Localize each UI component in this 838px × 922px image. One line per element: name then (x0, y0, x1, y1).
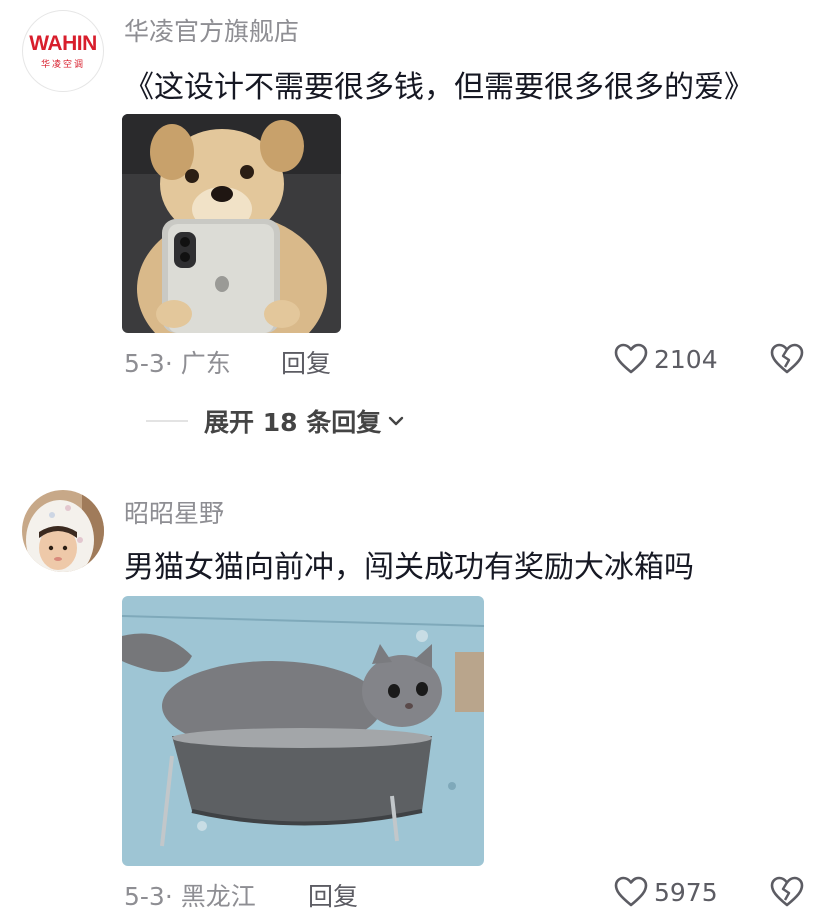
like-count: 2104 (654, 344, 718, 374)
comment-meta: 5-3· 广东 (124, 349, 231, 378)
comment-text: 男猫女猫向前冲，闯关成功有奖励大冰箱吗 (124, 550, 694, 585)
brand-logo-text: WAHIN (29, 31, 97, 55)
reply-button[interactable]: 回复 (281, 344, 331, 380)
avatar-brand[interactable]: WAHIN 华凌空调 (22, 10, 104, 92)
expand-divider (146, 420, 188, 422)
broken-heart-icon (770, 343, 804, 374)
expand-replies[interactable]: 展开 18 条回复 (146, 403, 405, 439)
heart-outline-icon (614, 343, 648, 374)
chevron-down-icon (389, 416, 404, 426)
dislike-button[interactable] (770, 343, 804, 379)
brand-logo-subtext: 华凌空调 (40, 59, 85, 70)
broken-heart-icon (770, 876, 804, 907)
comment-username[interactable]: 昭昭星野 (124, 494, 224, 530)
heart-outline-icon (614, 876, 648, 907)
like-count: 5975 (654, 877, 718, 907)
reply-button[interactable]: 回复 (308, 877, 358, 913)
cat-in-bowl-photo[interactable] (122, 596, 484, 866)
avatar-user[interactable] (22, 490, 104, 572)
dog-holding-phone-photo[interactable] (122, 114, 341, 333)
comment-text: 《这设计不需要很多钱，但需要很多很多的爱》 (124, 70, 754, 105)
expand-replies-label: 展开 18 条回复 (204, 408, 382, 437)
like-button[interactable]: 5975 (614, 876, 718, 908)
dislike-button[interactable] (770, 876, 804, 912)
like-button[interactable]: 2104 (614, 343, 718, 375)
comment-meta: 5-3· 黑龙江 (124, 882, 256, 911)
comment-username[interactable]: 华凌官方旗舰店 (124, 12, 299, 48)
